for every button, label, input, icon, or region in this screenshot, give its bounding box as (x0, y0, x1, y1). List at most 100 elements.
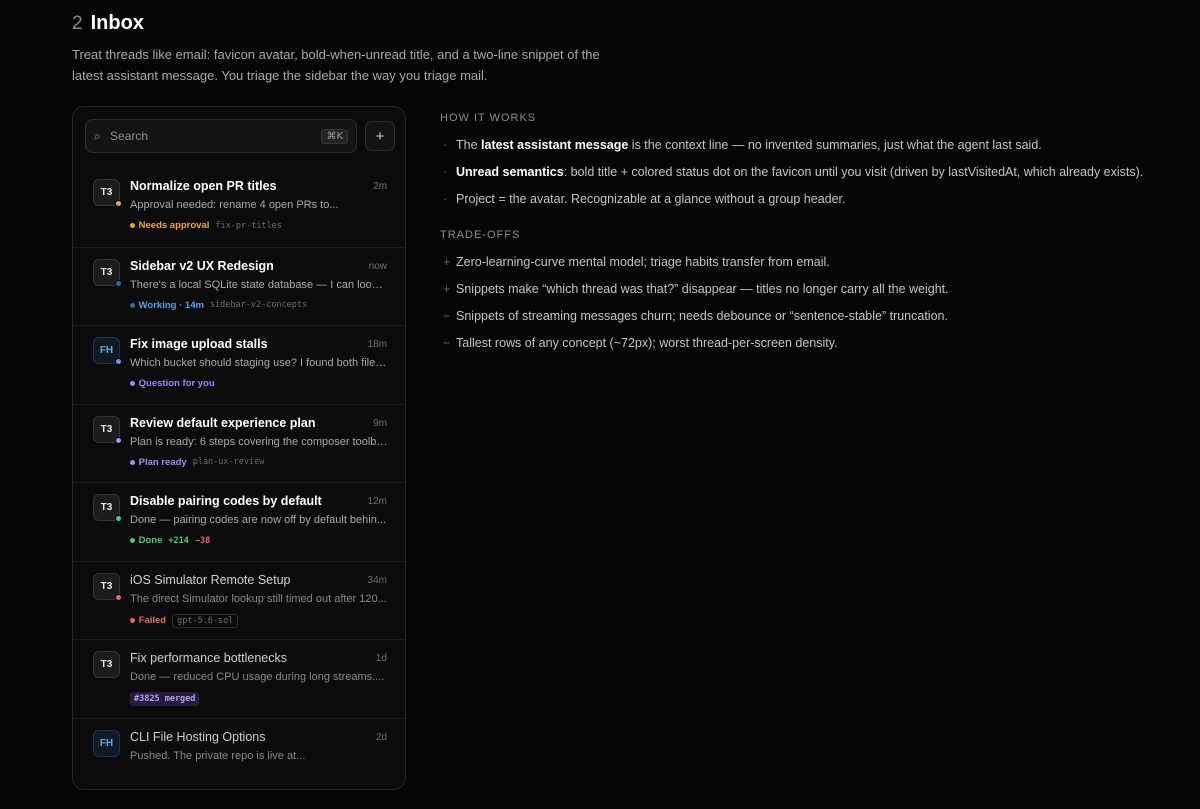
search-input[interactable]: ⌕ Search ⌘K (85, 119, 357, 153)
pro-marker: + (443, 255, 451, 269)
thread-title: Normalize open PR titles (130, 179, 277, 193)
thread-time: 18m (367, 339, 387, 350)
thread-title: Fix performance bottlenecks (130, 651, 288, 665)
avatar-label: T3 (100, 266, 113, 278)
thread-title: iOS Simulator Remote Setup (130, 572, 291, 587)
avatar-label: T3 (100, 423, 113, 435)
list-item: − Snippets of streaming messages churn; n… (443, 309, 948, 323)
list-item: − Tallest rows of any concept (~72px); wo… (443, 336, 838, 350)
bullet-marker: · (443, 192, 448, 206)
status-badge: Done (130, 535, 162, 546)
status-label: Question for you (138, 378, 215, 389)
status-indicator (130, 223, 135, 228)
thread-time: now (368, 260, 387, 272)
avatar-label: T3 (100, 580, 113, 592)
status-label: Done (138, 535, 163, 546)
thread-snippet: The direct Simulator lookup still timed … (130, 592, 387, 605)
notes-panel: HOW IT WORKS · The latest assistant messa… (440, 112, 1180, 363)
status-badge: Failed (130, 615, 166, 626)
avatar: T3 (93, 572, 122, 601)
status-indicator (130, 381, 135, 386)
pro-marker: + (443, 282, 451, 296)
status-label: Needs approval (138, 220, 210, 231)
diff-additions: +214 (168, 535, 189, 546)
search-placeholder: Search (110, 129, 149, 143)
avatar-label: FH (99, 737, 114, 749)
how-it-works-list: · The latest assistant message is the con… (440, 138, 1180, 207)
section-number: 2 (72, 13, 83, 34)
thread-snippet: Done — reduced CPU usage during long str… (130, 671, 385, 683)
section-intro: Treat threads like email: favicon avatar… (72, 47, 600, 83)
avatar-label: T3 (100, 187, 113, 198)
thread-snippet: Approval needed: rename 4 open PRs to... (130, 199, 339, 211)
thread-row[interactable]: FH Fix image upload stalls 18m Which buc… (73, 325, 405, 404)
avatar: T3 (93, 651, 120, 678)
thread-meta: #3825 merged (130, 692, 200, 706)
thread-title: Sidebar v2 UX Redesign (130, 258, 274, 273)
status-label: Working · 14m (138, 299, 204, 311)
how-it-works-label: HOW IT WORKS (440, 112, 537, 124)
status-label: Plan ready (138, 456, 187, 468)
thread-row[interactable]: T3 Fix performance bottlenecks 1d Done —… (73, 639, 405, 718)
thread-meta: Needs approval fix-pr-titles (130, 220, 282, 231)
list-item: · Unread semantics: bold title + colored … (443, 165, 1144, 179)
inbox-sidebar: ⌕ Search ⌘K + T3 Normalize open PR title… (72, 106, 406, 790)
status-dot (115, 358, 122, 365)
thread-row[interactable]: T3 Disable pairing codes by default 12m … (73, 482, 405, 561)
search-shortcut: ⌘K (321, 128, 348, 144)
status-badge: Needs approval (130, 220, 209, 231)
status-badge: Working · 14m (130, 300, 204, 311)
avatar: T3 (93, 494, 122, 522)
bullet-marker: · (443, 165, 448, 179)
thread-list: T3 Normalize open PR titles 2m Approval … (73, 168, 405, 790)
thread-meta: Failed gpt-5.6-sol (130, 613, 239, 628)
status-dot (115, 436, 122, 444)
pr-merged-badge: #3825 merged (130, 692, 200, 706)
status-badge: Plan ready (130, 457, 187, 468)
con-marker: − (443, 309, 451, 323)
thread-time: 2d (375, 731, 387, 743)
thread-meta: Question for you (130, 378, 215, 389)
status-dot (115, 200, 122, 207)
thread-row[interactable]: T3 Review default experience plan 9m Pla… (73, 403, 405, 483)
thread-meta: Working · 14m sidebar-v2-concepts (130, 300, 307, 311)
search-row: ⌕ Search ⌘K + (85, 119, 395, 153)
avatar: T3 (93, 258, 122, 287)
list-item: + Snippets make “which thread was that?” … (443, 282, 949, 296)
new-thread-button[interactable]: + (365, 121, 395, 151)
thread-time: 9m (373, 417, 387, 429)
branch-name: plan-ux-review (192, 457, 265, 467)
list-item: · Project = the avatar. Recognizable at a… (443, 192, 846, 206)
thread-row[interactable]: T3 Sidebar v2 UX Redesign now There's a … (73, 246, 405, 326)
con-marker: − (443, 336, 451, 350)
branch-name: sidebar-v2-concepts (209, 300, 308, 310)
avatar: T3 (93, 179, 122, 207)
diff-deletions: −38 (194, 535, 211, 546)
thread-row[interactable]: T3 iOS Simulator Remote Setup 34m The di… (73, 560, 405, 640)
status-badge: Question for you (130, 378, 215, 389)
bullet-marker: · (443, 138, 448, 152)
section-heading: 2 Inbox (72, 12, 144, 35)
avatar: FH (93, 729, 120, 757)
avatar-label: FH (99, 345, 114, 356)
section-title: Inbox (90, 12, 144, 34)
list-item: · The latest assistant message is the con… (443, 138, 1042, 152)
page: 2 Inbox Treat threads like email: favico… (0, 0, 1200, 809)
branch-name: fix-pr-titles (215, 220, 282, 231)
status-indicator (130, 538, 135, 543)
thread-row[interactable]: FH CLI File Hosting Options 2d Pushed. T… (73, 717, 405, 790)
status-indicator (130, 302, 135, 308)
thread-meta: Plan ready plan-ux-review (130, 457, 264, 468)
thread-snippet: There's a local SQLite state database — … (130, 278, 388, 291)
thread-title: Fix image upload stalls (130, 337, 268, 351)
status-dot (115, 593, 122, 601)
status-dot (115, 515, 122, 522)
thread-row[interactable]: T3 Normalize open PR titles 2m Approval … (73, 168, 405, 247)
avatar-label: T3 (100, 659, 113, 670)
plus-icon: + (375, 127, 385, 145)
status-indicator (130, 618, 135, 623)
thread-time: 12m (367, 496, 387, 507)
thread-snippet: Done — pairing codes are now off by defa… (130, 514, 387, 526)
thread-time: 2m (373, 181, 387, 192)
status-label: Failed (138, 615, 167, 626)
